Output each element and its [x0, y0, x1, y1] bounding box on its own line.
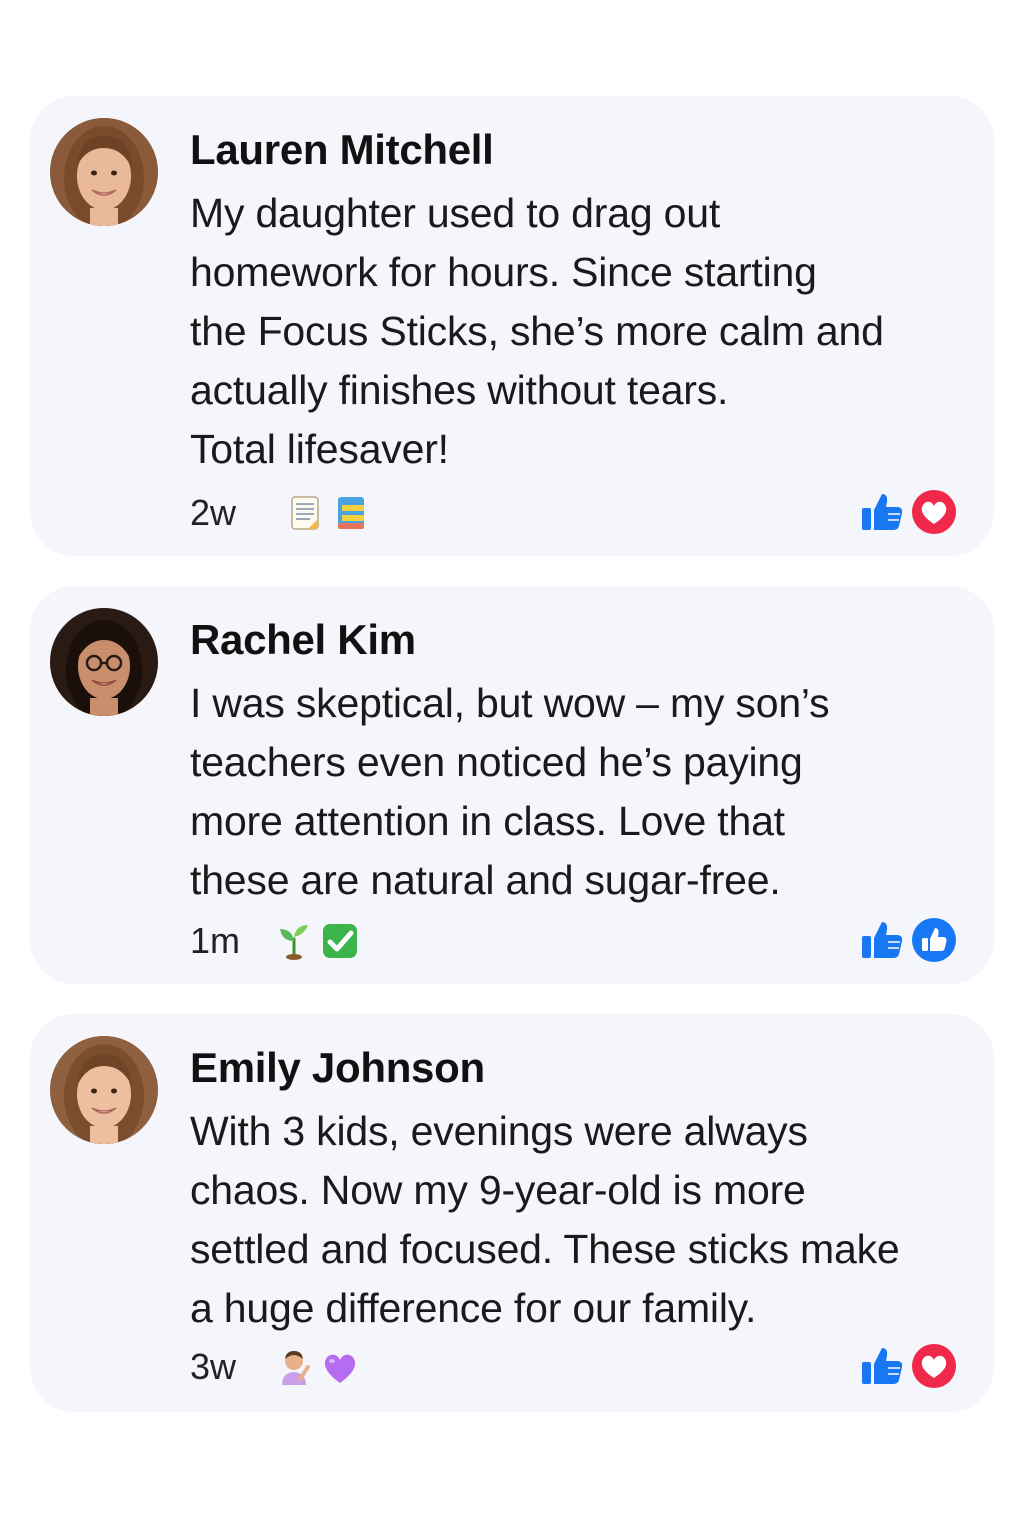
avatar[interactable]: [50, 1036, 158, 1144]
like-icon[interactable]: [858, 916, 906, 964]
timestamp[interactable]: 1m: [190, 920, 274, 962]
comment-text: With 3 kids, evenings were always chaos.…: [190, 1108, 900, 1331]
comment-text: I was skeptical, but wow – my son’s teac…: [190, 680, 830, 903]
comment-meta: 2w: [190, 488, 372, 538]
emoji-group: [274, 921, 360, 961]
author-name[interactable]: Lauren Mitchell: [190, 124, 980, 176]
author-name[interactable]: Rachel Kim: [190, 614, 980, 666]
avatar[interactable]: [50, 608, 158, 716]
love-icon[interactable]: [910, 1342, 958, 1390]
comment-card: Rachel Kim I was skeptical, but wow – my…: [30, 586, 994, 984]
seedling-icon: [280, 925, 308, 960]
comment-text: My daughter used to drag out homework fo…: [190, 190, 884, 472]
purple-heart-icon: [324, 1354, 356, 1383]
comment-card: Lauren Mitchell My daughter used to drag…: [30, 96, 994, 556]
timestamp[interactable]: 3w: [190, 1346, 274, 1388]
like-badge-icon[interactable]: [910, 916, 958, 964]
comment-meta: 3w: [190, 1342, 360, 1392]
comment-meta: 1m: [190, 916, 360, 966]
love-icon[interactable]: [910, 488, 958, 536]
timestamp[interactable]: 2w: [190, 492, 274, 534]
author-name[interactable]: Emily Johnson: [190, 1042, 980, 1094]
emoji-group: [274, 1347, 360, 1387]
comment-card: Emily Johnson With 3 kids, evenings were…: [30, 1014, 994, 1412]
emoji-group: [286, 493, 372, 533]
avatar[interactable]: [50, 118, 158, 226]
reaction-summary[interactable]: [858, 1342, 958, 1390]
notebook-icon: [338, 497, 364, 529]
reaction-summary[interactable]: [858, 916, 958, 964]
like-icon[interactable]: [858, 488, 906, 536]
person-raising-hand-icon: [282, 1351, 310, 1385]
memo-icon: [291, 496, 319, 530]
check-mark-icon: [323, 924, 357, 958]
like-icon[interactable]: [858, 1342, 906, 1390]
reaction-summary[interactable]: [858, 488, 958, 536]
